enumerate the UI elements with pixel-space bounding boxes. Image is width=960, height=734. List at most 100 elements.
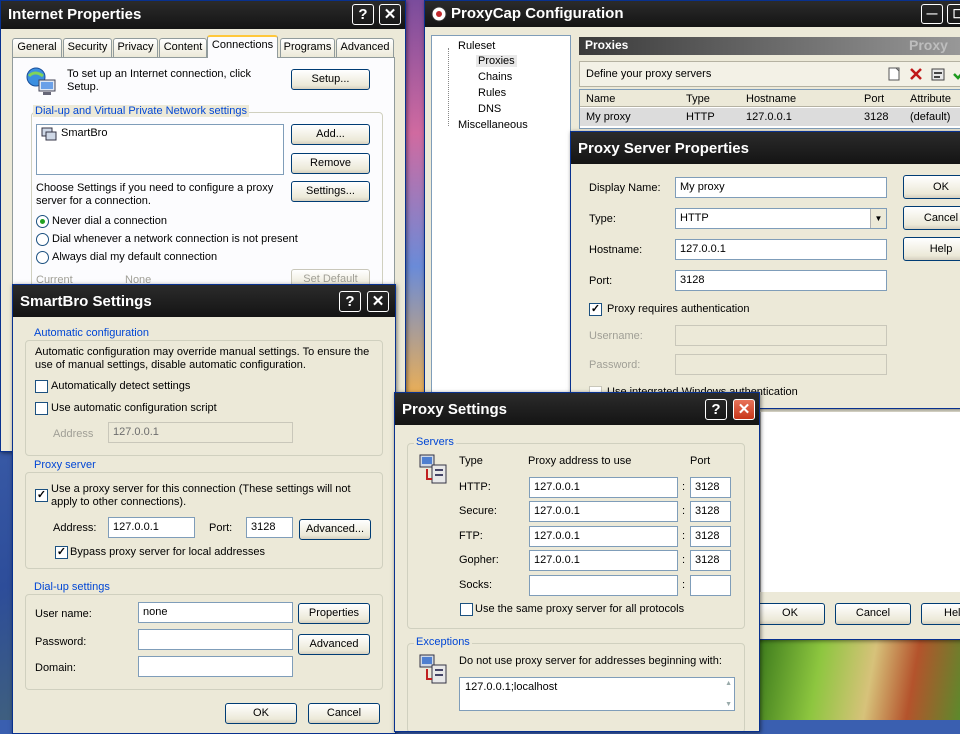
ftp-address-field[interactable]: 127.0.0.1	[529, 526, 678, 547]
type-select[interactable]: HTTP ▼	[675, 208, 887, 229]
proxy-address-field[interactable]: 127.0.0.1	[108, 517, 195, 538]
col-attribute[interactable]: Attribute	[910, 93, 951, 105]
remove-button[interactable]: Remove	[291, 153, 370, 174]
proxy-properties-icon[interactable]	[930, 66, 946, 82]
close-icon[interactable]: ✕	[379, 4, 401, 25]
http-port-field[interactable]: 3128	[690, 477, 731, 498]
smartbro-ok-button[interactable]: OK	[225, 703, 297, 724]
tab-content[interactable]: Content	[159, 38, 207, 57]
tree-item-proxies[interactable]: Proxies	[476, 55, 517, 67]
setup-button[interactable]: Setup...	[291, 69, 370, 90]
proxycap-ok-button[interactable]: OK	[755, 603, 825, 625]
servers-label: Servers	[414, 436, 456, 448]
proxycap-help-button[interactable]: Hel	[921, 603, 960, 625]
tab-security[interactable]: Security	[63, 38, 112, 57]
socks-address-field[interactable]	[529, 575, 678, 596]
same-proxy-checkbox[interactable]	[460, 603, 473, 616]
radio-dial-whenever[interactable]	[36, 233, 49, 246]
tree-item-chains[interactable]: Chains	[478, 71, 512, 83]
tab-advanced[interactable]: Advanced	[336, 38, 394, 57]
radio-never-dial-label: Never dial a connection	[52, 215, 167, 227]
proxy-server-label: Proxy server	[32, 459, 98, 471]
password-field[interactable]	[675, 354, 887, 375]
tab-programs[interactable]: Programs	[280, 38, 335, 57]
settings-button[interactable]: Settings...	[291, 181, 370, 202]
gopher-address-field[interactable]: 127.0.0.1	[529, 550, 678, 571]
tab-general[interactable]: General	[12, 38, 62, 57]
auto-detect-checkbox[interactable]	[35, 380, 48, 393]
psp-help-button[interactable]: Help	[903, 237, 960, 261]
col-port-header: Port	[690, 455, 711, 467]
tab-privacy[interactable]: Privacy	[113, 38, 158, 57]
proxycap-titlebar: ProxyCap Configuration	[425, 1, 960, 27]
username-field[interactable]: none	[138, 602, 293, 623]
ftp-label: FTP:	[459, 530, 483, 542]
smartbro-advanced-button[interactable]: Advanced...	[299, 519, 371, 540]
check-icon[interactable]	[952, 66, 960, 82]
close-icon[interactable]: ✕	[367, 291, 389, 312]
automatic-configuration-text: Automatic configuration may override man…	[35, 346, 370, 371]
col-hostname[interactable]: Hostname	[746, 93, 796, 105]
ftp-colon: :	[682, 530, 686, 542]
radio-always-dial[interactable]	[36, 251, 49, 264]
tab-connections[interactable]: Connections	[207, 35, 278, 58]
connections-list[interactable]: SmartBro	[36, 124, 284, 175]
tree-item-miscellaneous[interactable]: Miscellaneous	[458, 119, 528, 131]
dialup-advanced-button[interactable]: Advanced	[298, 634, 370, 655]
script-address-field[interactable]: 127.0.0.1	[108, 422, 293, 443]
row-port: 3128	[864, 111, 889, 123]
new-proxy-icon[interactable]	[886, 66, 902, 82]
bypass-local-checkbox[interactable]: ✓	[55, 546, 68, 559]
proxycap-cancel-button[interactable]: Cancel	[835, 603, 911, 625]
display-name-field[interactable]: My proxy	[675, 177, 887, 198]
psp-cancel-button[interactable]: Cancel	[903, 206, 960, 230]
tree-item-dns[interactable]: DNS	[478, 103, 501, 115]
radio-never-dial[interactable]	[36, 215, 49, 228]
proxy-port-label: Port:	[209, 522, 233, 534]
close-icon[interactable]: ✕	[733, 399, 755, 420]
add-button[interactable]: Add...	[291, 124, 370, 145]
psp-ok-button[interactable]: OK	[903, 175, 960, 199]
col-name[interactable]: Name	[586, 93, 615, 105]
port-field[interactable]: 3128	[675, 270, 887, 291]
domain-field[interactable]	[138, 656, 293, 677]
dialup-settings-label: Dial-up settings	[32, 581, 112, 593]
socks-colon: :	[682, 579, 686, 591]
maximize-icon[interactable]: ☐	[947, 4, 960, 24]
password-field[interactable]	[138, 629, 293, 650]
domain-label: Domain:	[35, 662, 76, 674]
properties-button[interactable]: Properties	[298, 603, 370, 624]
list-item-smartbro[interactable]: SmartBro	[61, 127, 107, 139]
tree-item-rules[interactable]: Rules	[478, 87, 506, 99]
requires-auth-checkbox[interactable]: ✓	[589, 303, 602, 316]
table-row[interactable]: My proxy HTTP 127.0.0.1 3128 (default)	[580, 108, 960, 126]
chevron-down-icon[interactable]: ▼	[870, 209, 886, 228]
auto-script-checkbox[interactable]	[35, 402, 48, 415]
proxycap-content-area	[760, 412, 960, 592]
scroll-up-icon[interactable]: ▲	[725, 680, 732, 687]
scroll-down-icon[interactable]: ▼	[725, 701, 732, 708]
col-type[interactable]: Type	[686, 93, 710, 105]
help-icon[interactable]: ?	[339, 291, 361, 312]
ftp-port-field[interactable]: 3128	[690, 526, 731, 547]
secure-address-field[interactable]: 127.0.0.1	[529, 501, 678, 522]
help-icon[interactable]: ?	[352, 4, 374, 25]
desktop-grass-image	[760, 632, 960, 720]
col-port[interactable]: Port	[864, 93, 884, 105]
smartbro-cancel-button[interactable]: Cancel	[308, 703, 380, 724]
proxy-settings-title: Proxy Settings	[402, 401, 508, 418]
minimize-icon[interactable]: —	[921, 4, 943, 24]
tree-item-ruleset[interactable]: Ruleset	[458, 40, 495, 52]
gopher-port-field[interactable]: 3128	[690, 550, 731, 571]
help-icon[interactable]: ?	[705, 399, 727, 420]
hostname-field[interactable]: 127.0.0.1	[675, 239, 887, 260]
socks-port-field[interactable]	[690, 575, 731, 596]
use-proxy-checkbox[interactable]: ✓	[35, 489, 48, 502]
http-label: HTTP:	[459, 481, 491, 493]
secure-port-field[interactable]: 3128	[690, 501, 731, 522]
username-field[interactable]	[675, 325, 887, 346]
proxy-port-field[interactable]: 3128	[246, 517, 293, 538]
exceptions-textarea[interactable]: 127.0.0.1;localhost ▲ ▼	[459, 677, 735, 711]
delete-proxy-icon[interactable]	[908, 66, 924, 82]
http-address-field[interactable]: 127.0.0.1	[529, 477, 678, 498]
